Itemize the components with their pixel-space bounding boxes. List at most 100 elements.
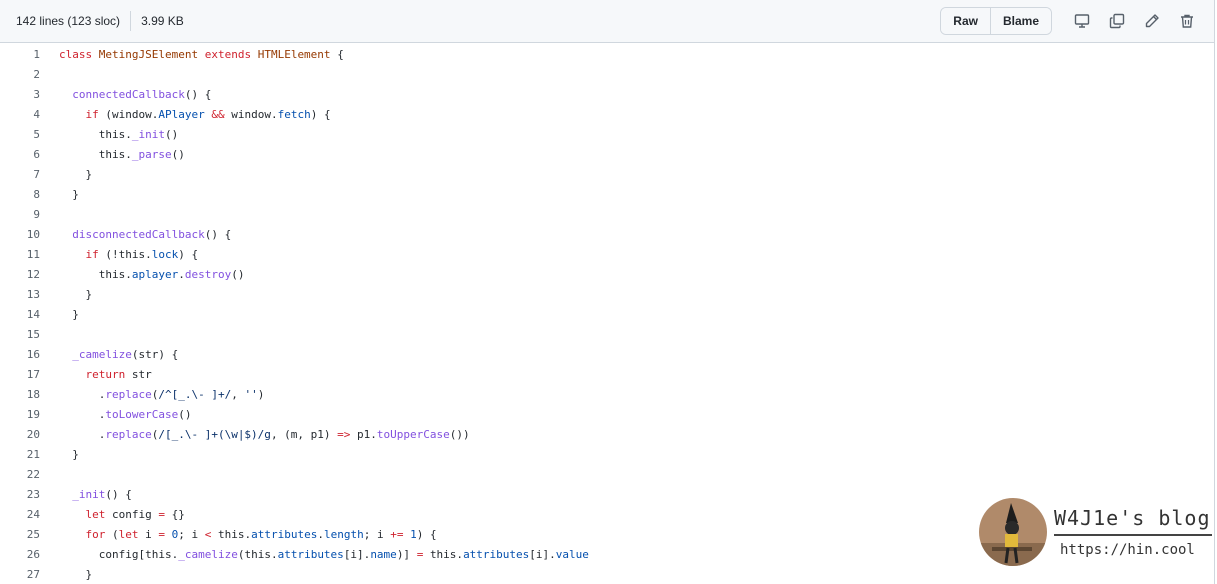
- line-number[interactable]: 21: [0, 448, 40, 461]
- raw-button[interactable]: Raw: [941, 8, 990, 34]
- line-content: if (!this.lock) {: [40, 247, 199, 261]
- code-line: 13 }: [0, 284, 1214, 304]
- code-token: p1.: [357, 427, 377, 441]
- code-token: this.: [59, 147, 132, 161]
- line-content: }: [40, 288, 92, 301]
- code-line: 17 return str: [0, 364, 1214, 384]
- line-content: .replace(/[_.\- ]+(\w|$)/g, (m, p1) => p…: [40, 428, 470, 441]
- line-number[interactable]: 15: [0, 328, 40, 341]
- line-number[interactable]: 23: [0, 488, 40, 501]
- code-token: ; i: [363, 527, 391, 541]
- code-line: 5 this._init(): [0, 124, 1214, 144]
- code-line: 11 if (!this.lock) {: [0, 244, 1214, 264]
- code-token: [i].: [529, 547, 556, 561]
- line-number[interactable]: 19: [0, 408, 40, 421]
- code-token: connectedCallback: [72, 87, 185, 101]
- code-token: attributes: [277, 547, 344, 561]
- code-line: 12 this.aplayer.destroy(): [0, 264, 1214, 284]
- line-number[interactable]: 10: [0, 228, 40, 241]
- watermark-url: https://hin.cool: [1060, 542, 1195, 558]
- line-number[interactable]: 7: [0, 168, 40, 181]
- line-content: _camelize(str) {: [40, 348, 178, 361]
- code-token: this.: [218, 527, 252, 541]
- line-content: }: [40, 168, 92, 181]
- code-token: this.: [59, 127, 132, 141]
- pencil-icon[interactable]: [1137, 7, 1167, 35]
- code-token: disconnectedCallback: [72, 227, 205, 241]
- desktop-icon[interactable]: [1067, 7, 1097, 35]
- line-number[interactable]: 14: [0, 308, 40, 321]
- code-line: 14 }: [0, 304, 1214, 324]
- code-token: _init: [72, 487, 106, 501]
- code-token: extends: [204, 47, 258, 61]
- line-number[interactable]: 27: [0, 568, 40, 581]
- line-number[interactable]: 18: [0, 388, 40, 401]
- code-token: lock: [151, 247, 179, 261]
- code-token: toUpperCase: [376, 427, 450, 441]
- code-token: }: [59, 307, 79, 321]
- code-token: (): [164, 127, 179, 141]
- raw-blame-group: Raw Blame: [940, 7, 1052, 35]
- line-number[interactable]: 12: [0, 268, 40, 281]
- code-token: () {: [184, 87, 212, 101]
- code-token: =: [158, 507, 172, 521]
- code-token: aplayer: [131, 267, 179, 281]
- line-number[interactable]: 4: [0, 108, 40, 121]
- line-content: disconnectedCallback() {: [40, 228, 231, 241]
- code-token: config[this.: [59, 547, 179, 561]
- code-token: ) {: [178, 247, 199, 261]
- code-token: replace: [105, 427, 152, 441]
- code-token: destroy: [184, 267, 232, 281]
- code-token: .: [59, 387, 106, 401]
- line-number[interactable]: 22: [0, 468, 40, 481]
- line-number[interactable]: 26: [0, 548, 40, 561]
- line-number[interactable]: 20: [0, 428, 40, 441]
- code-token: () {: [105, 487, 132, 501]
- code-token: ) {: [416, 527, 437, 541]
- code-token: (: [112, 527, 119, 541]
- line-number[interactable]: 13: [0, 288, 40, 301]
- code-line: 6 this._parse(): [0, 144, 1214, 164]
- code-token: attributes: [251, 527, 318, 541]
- code-token: &&: [211, 107, 232, 121]
- line-content: config[this._camelize(this.attributes[i]…: [40, 548, 589, 561]
- code-line: 10 disconnectedCallback() {: [0, 224, 1214, 244]
- watermark-title: W4J1e's blog: [1054, 506, 1211, 530]
- copy-icon[interactable]: [1102, 7, 1132, 35]
- file-header: 142 lines (123 sloc) 3.99 KB Raw Blame: [0, 0, 1214, 43]
- line-number[interactable]: 6: [0, 148, 40, 161]
- code-line: 8 }: [0, 184, 1214, 204]
- code-token: }: [59, 567, 93, 581]
- line-number[interactable]: 24: [0, 508, 40, 521]
- code-token: this.: [59, 267, 132, 281]
- code-token: [i].: [343, 547, 371, 561]
- line-number[interactable]: 1: [0, 48, 40, 61]
- code-line: 16 _camelize(str) {: [0, 344, 1214, 364]
- line-number[interactable]: 2: [0, 68, 40, 81]
- trash-icon[interactable]: [1172, 7, 1202, 35]
- line-number[interactable]: 11: [0, 248, 40, 261]
- code-token: if: [85, 247, 106, 261]
- line-number[interactable]: 5: [0, 128, 40, 141]
- code-token: i: [145, 527, 159, 541]
- line-content: class MetingJSElement extends HTMLElemen…: [40, 48, 344, 61]
- line-number[interactable]: 8: [0, 188, 40, 201]
- line-content: for (let i = 0; i < this.attributes.leng…: [40, 528, 437, 541]
- line-number[interactable]: 25: [0, 528, 40, 541]
- code-token: if: [85, 107, 106, 121]
- code-token: let: [118, 527, 146, 541]
- line-number[interactable]: 9: [0, 208, 40, 221]
- code-token: class: [59, 47, 99, 61]
- code-token: _camelize: [178, 547, 238, 561]
- line-content: }: [40, 448, 79, 461]
- code-token: '': [244, 387, 258, 401]
- code-token: APlayer: [158, 107, 212, 121]
- code-line: 19 .toLowerCase(): [0, 404, 1214, 424]
- line-number[interactable]: 3: [0, 88, 40, 101]
- line-number[interactable]: 17: [0, 368, 40, 381]
- blame-button[interactable]: Blame: [989, 8, 1051, 34]
- line-content: this.aplayer.destroy(): [40, 267, 245, 281]
- line-number[interactable]: 16: [0, 348, 40, 361]
- code-token: =: [158, 527, 172, 541]
